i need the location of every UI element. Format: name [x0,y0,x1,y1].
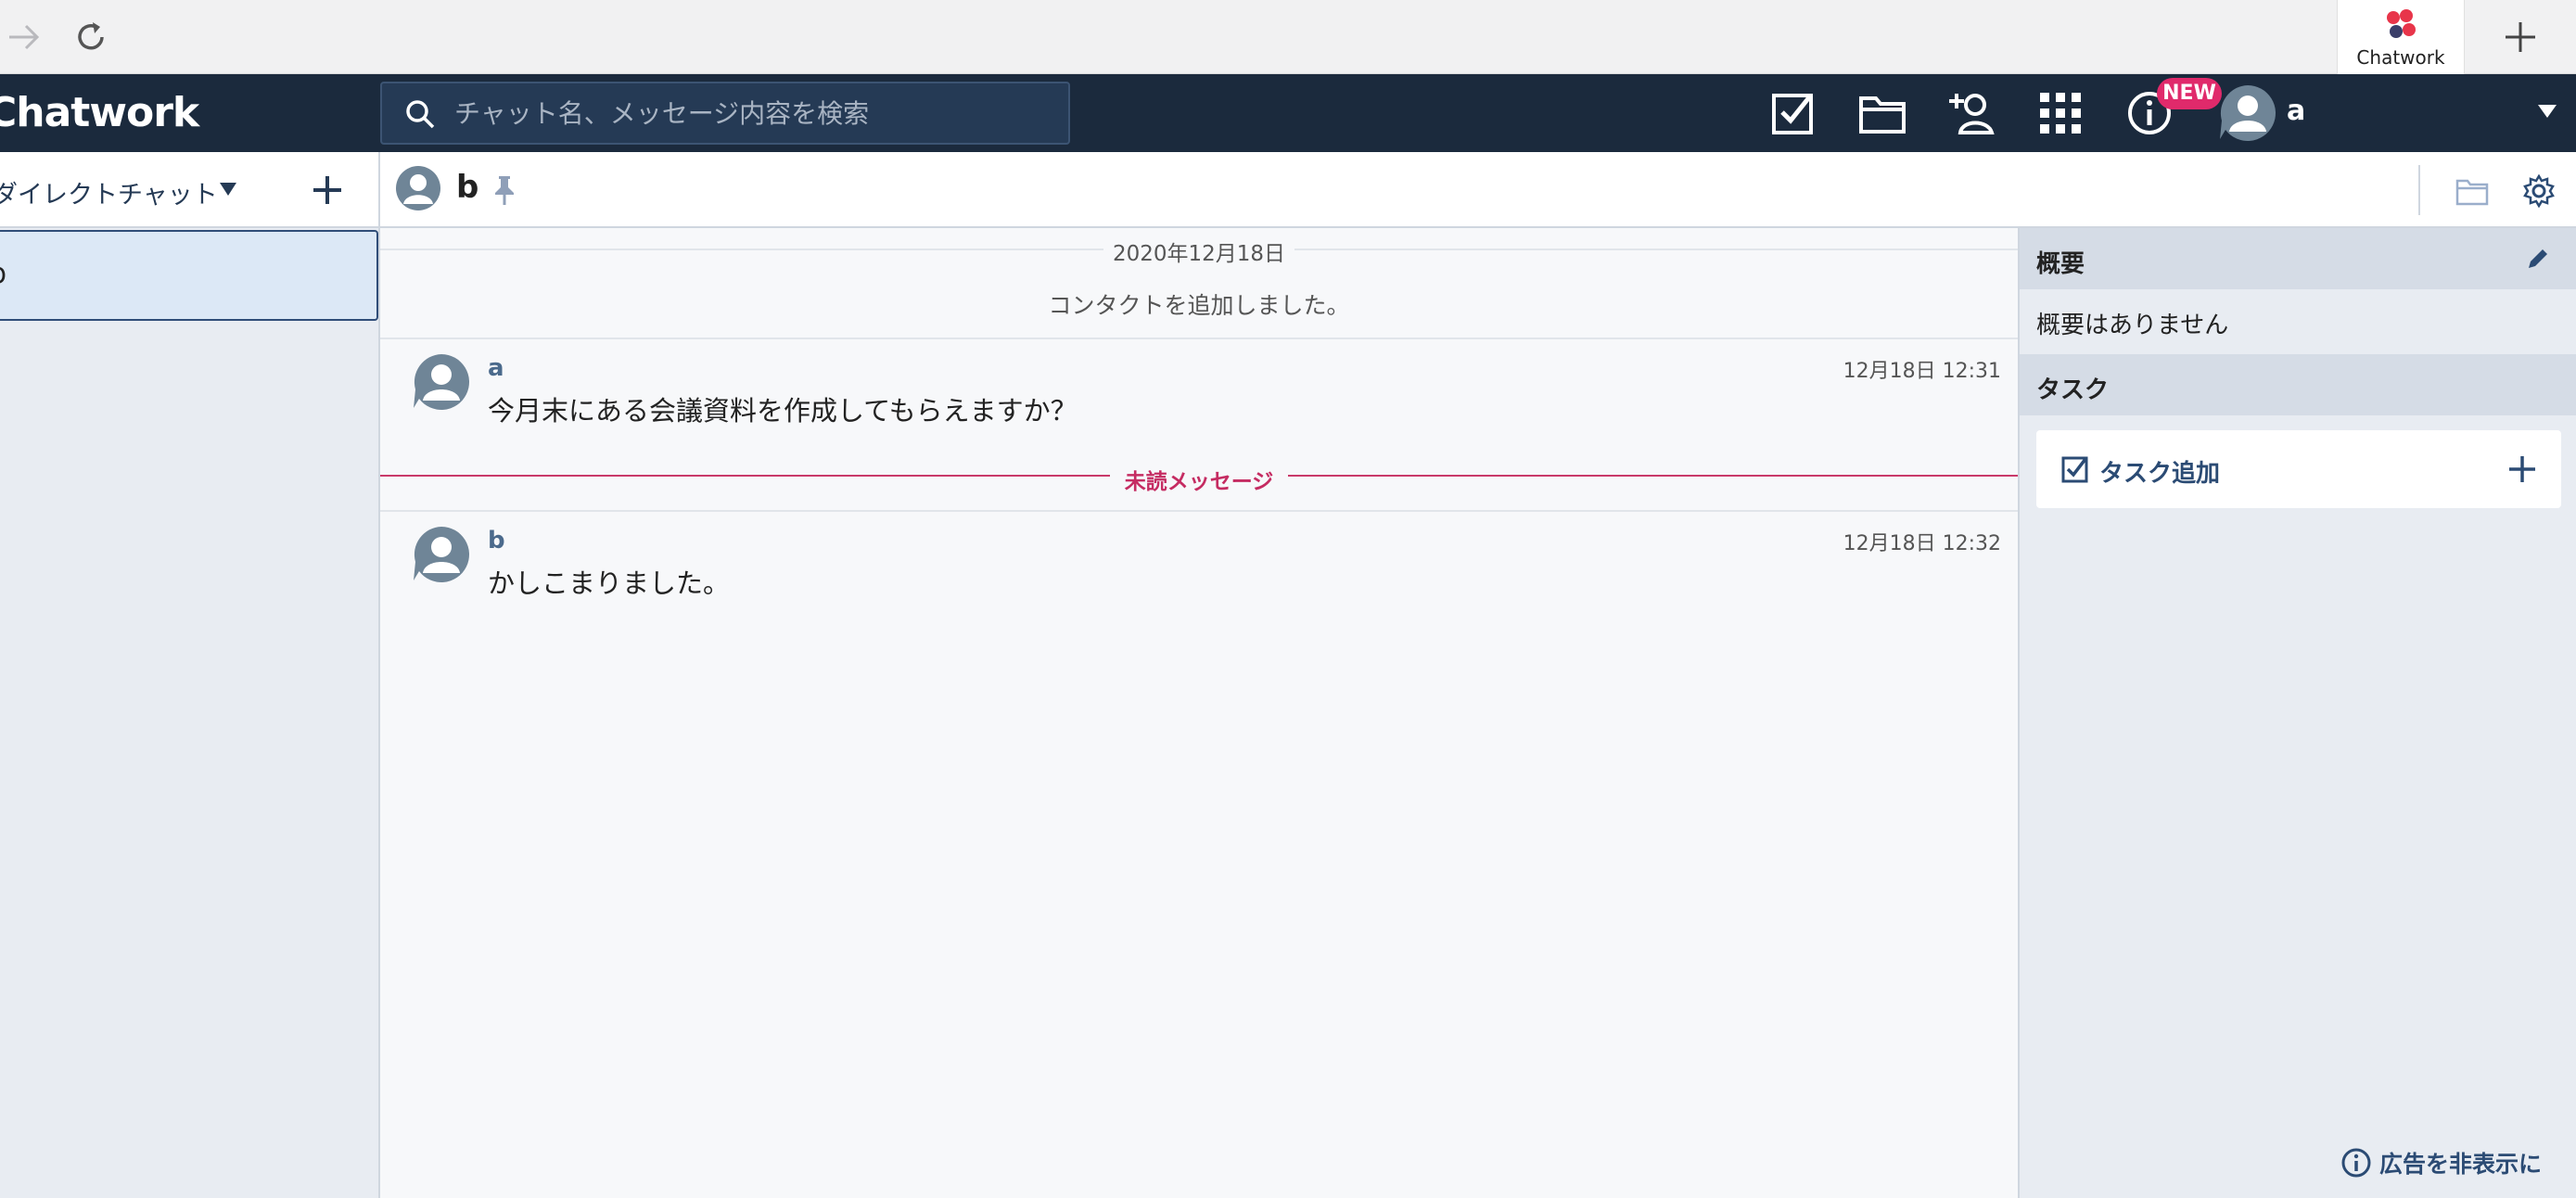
folder-icon [2455,179,2489,206]
checkbox-icon [2061,456,2088,483]
room-sidebar: ダイレクトチャット b [0,152,380,1198]
grid-icon [2040,93,2081,134]
task-header: タスク [2020,354,2576,415]
search-icon [406,100,435,129]
date-label: 2020年12月18日 [380,236,2018,267]
sender-name[interactable]: a [488,354,504,382]
message-timestamp: 12月18日 12:32 [1843,532,2001,555]
message-text: 今月末にある会議資料を作成してもらえますか？ [488,395,1078,427]
room-title: b [456,169,479,206]
search-input[interactable] [454,83,1048,143]
caret-down-icon[interactable] [2537,104,2557,119]
caret-down-icon[interactable] [219,182,237,197]
unread-text: 未読メッセージ [1109,470,1289,494]
message-item[interactable]: a 12月18日 12:31 今月末にある会議資料を作成してもらえますか？ [380,339,2018,441]
browser-tab-chatwork[interactable]: Chatwork [2337,0,2465,74]
file-manager-button[interactable] [1856,87,1908,139]
sender-avatar[interactable] [412,352,471,412]
add-contact-icon [1949,94,1995,134]
room-list-item[interactable]: b [0,230,378,321]
apps-button[interactable] [2034,87,2086,139]
reload-icon [78,22,104,50]
new-badge: NEW [2157,78,2222,109]
new-tab-button[interactable] [2496,13,2544,61]
reload-button[interactable] [67,13,115,61]
room-avatar [396,166,440,210]
pin-icon[interactable] [491,174,517,206]
chatwork-logo-icon [2387,9,2416,38]
add-contact-button[interactable] [1945,87,1997,139]
plus-icon [2506,22,2535,52]
sidebar-header: ダイレクトチャット [0,152,378,228]
date-text: 2020年12月18日 [1103,242,1295,266]
info-icon [2341,1148,2371,1178]
task-list-button[interactable] [1767,87,1819,139]
overview-text: 概要はありません [2036,312,2229,339]
room-info-panel: 概要 概要はありません タスク タスク追加 広告を非表示に [2018,228,2576,1198]
edit-overview-button[interactable] [2522,243,2554,274]
message-timeline: 2020年12月18日 コンタクトを追加しました。 a 12月18日 12:31… [380,228,2018,1198]
browser-toolbar: Chatwork [0,0,2576,74]
gear-icon [2523,174,2555,208]
header-divider [2418,165,2420,215]
plus-icon [313,176,341,204]
checkbox-icon [1772,94,1813,134]
add-chat-button[interactable] [306,169,349,211]
forward-button[interactable] [0,13,48,61]
room-files-button[interactable] [2452,171,2493,211]
sender-name[interactable]: b [488,527,505,554]
chat-header: b [380,152,2576,228]
system-message: コンタクトを追加しました。 [1048,292,1350,319]
search-box[interactable] [380,82,1070,145]
add-task-plus[interactable] [2504,451,2541,488]
unread-label: 未読メッセージ [380,464,2018,495]
app-header: Chatwork NEW a [0,74,2576,152]
overview-title: 概要 [2036,250,2085,278]
room-filter-dropdown[interactable]: ダイレクトチャット [0,174,218,210]
sender-avatar[interactable] [412,525,471,584]
folder-icon [1859,96,1906,134]
hide-ads-text: 広告を非表示に [2379,1151,2543,1178]
tab-label: Chatwork [2356,46,2445,69]
user-name[interactable]: a [2287,95,2305,127]
message-text: かしこまりました。 [488,567,731,599]
plus-icon [2509,456,2535,482]
pencil-icon [2529,249,2547,268]
add-task-button[interactable]: タスク追加 [2036,430,2561,508]
task-title: タスク [2036,376,2110,404]
app-logo[interactable]: Chatwork [0,87,199,139]
room-settings-button[interactable] [2519,171,2559,211]
message-item[interactable]: b 12月18日 12:32 かしこまりました。 [380,512,2018,614]
overview-header: 概要 [2020,228,2576,289]
room-name: b [0,258,6,290]
message-timestamp: 12月18日 12:31 [1843,360,2001,383]
user-avatar[interactable] [2218,83,2277,143]
arrow-right-icon [9,24,40,50]
hide-ads-link[interactable]: 広告を非表示に [2340,1146,2542,1179]
add-task-label: タスク追加 [2099,460,2221,488]
